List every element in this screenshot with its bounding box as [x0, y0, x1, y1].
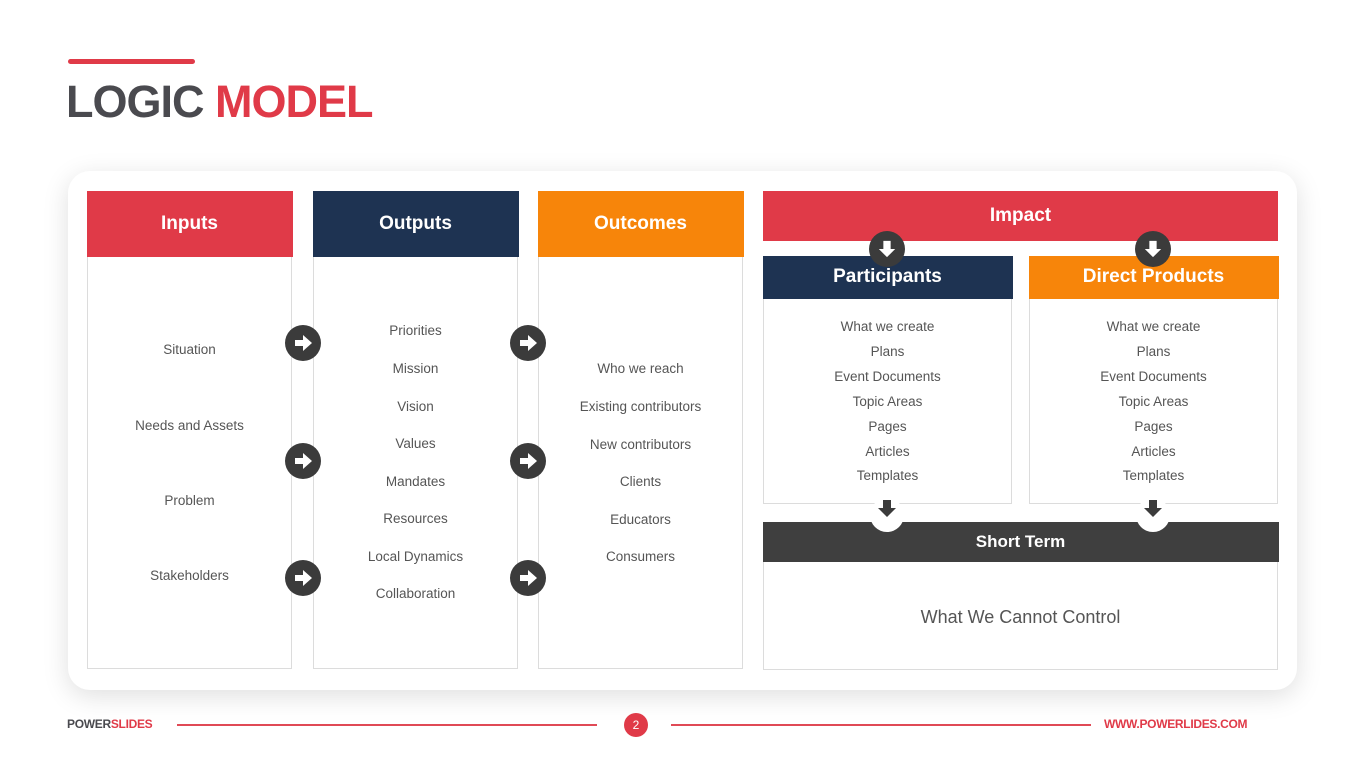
- title-accent-bar: [68, 59, 195, 64]
- title-part-1: LOGIC: [66, 76, 204, 127]
- list-item: Stakeholders: [150, 568, 229, 583]
- arrow-down-icon: [1135, 231, 1171, 267]
- list-item: Mandates: [385, 474, 446, 489]
- short-term-body: What We Cannot Control: [920, 607, 1121, 627]
- arrow-right-icon: [285, 443, 321, 479]
- list-item: Collaboration: [375, 586, 456, 601]
- list-item: Articles: [1131, 443, 1176, 459]
- list-item: What we create: [840, 319, 935, 334]
- list-item: Plans: [1136, 343, 1171, 359]
- list-item: New contributors: [589, 437, 692, 452]
- list-item: Local Dynamics: [367, 549, 464, 564]
- footer-brand: POWERSLIDES: [67, 717, 153, 731]
- arrow-right-icon: [510, 560, 546, 596]
- list-item: Event Documents: [1100, 368, 1207, 384]
- inputs-column: Inputs Situation Needs and Assets Proble…: [86, 190, 293, 669]
- list-item: Vision: [397, 399, 434, 414]
- arrow-right-icon: [285, 325, 321, 361]
- brand-part-1: POWER: [67, 717, 111, 731]
- list-item: Consumers: [605, 549, 676, 564]
- impact-header: Impact: [763, 191, 1278, 241]
- footer-url-link[interactable]: WWW.POWERLIDES.COM: [1104, 717, 1248, 731]
- list-item: Plans: [870, 343, 905, 359]
- list-item: Topic Areas: [852, 393, 923, 409]
- list-item: Existing contributors: [579, 399, 702, 414]
- arrow-down-icon: [1136, 498, 1170, 532]
- list-item: Pages: [1134, 418, 1173, 434]
- outputs-header: Outputs: [312, 190, 519, 257]
- footer-divider-left: [177, 724, 597, 726]
- arrow-down-icon: [869, 231, 905, 267]
- arrow-down-icon: [870, 498, 904, 532]
- short-term-header: Short Term: [762, 521, 1279, 562]
- list-item: Values: [395, 436, 436, 451]
- list-item: Resources: [383, 511, 448, 526]
- list-item: Mission: [392, 361, 439, 376]
- list-item: Priorities: [389, 323, 442, 338]
- brand-part-2: SLIDES: [110, 717, 153, 731]
- list-item: Pages: [868, 418, 907, 434]
- list-item: Templates: [856, 468, 919, 484]
- arrow-right-icon: [510, 325, 546, 361]
- list-item: Event Documents: [834, 368, 941, 384]
- list-item: Who we reach: [597, 361, 684, 376]
- list-item: Clients: [619, 474, 662, 489]
- arrow-right-icon: [285, 560, 321, 596]
- outputs-column: Outputs Priorities Mission Vision Values…: [312, 190, 519, 669]
- outcomes-column: Outcomes Who we reach Existing contribut…: [537, 190, 744, 669]
- list-item: Articles: [865, 443, 910, 459]
- participants-box: Participants What we create Plans Event …: [762, 255, 1013, 504]
- inputs-header: Inputs: [86, 190, 293, 257]
- arrow-right-icon: [510, 443, 546, 479]
- list-item: Needs and Assets: [135, 418, 244, 433]
- title-part-2: MODEL: [215, 76, 373, 127]
- list-item: Topic Areas: [1118, 393, 1189, 409]
- short-term-box: Short Term What We Cannot Control: [762, 521, 1279, 670]
- list-item: What we create: [1106, 319, 1201, 334]
- list-item: Templates: [1122, 468, 1185, 484]
- outcomes-header: Outcomes: [537, 190, 744, 257]
- direct-products-box: Direct Products What we create Plans Eve…: [1028, 255, 1279, 504]
- footer-divider-right: [671, 724, 1091, 726]
- list-item: Problem: [164, 493, 215, 508]
- page-title: LOGIC MODEL: [66, 74, 374, 130]
- list-item: Situation: [163, 342, 216, 357]
- participants-list: What we create Plans Event Documents Top…: [764, 315, 1011, 489]
- page-number-badge: 2: [624, 713, 648, 737]
- direct-products-list: What we create Plans Event Documents Top…: [1030, 315, 1277, 489]
- list-item: Educators: [610, 512, 671, 527]
